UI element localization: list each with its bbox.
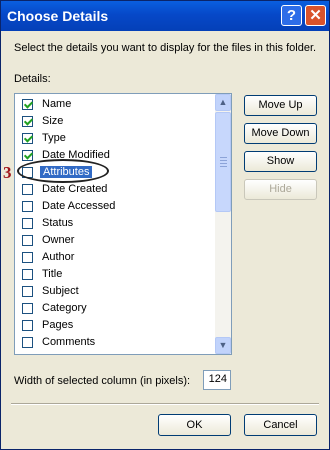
checkbox[interactable] [22,116,33,127]
list-item-label: Date Created [42,183,108,195]
checkbox[interactable] [22,252,33,263]
choose-details-dialog: Choose Details ? ✕ Select the details yo… [0,0,330,450]
list-item-label: Author [42,251,75,263]
column-width-label: Width of selected column (in pixels): [14,375,191,387]
list-item[interactable]: Type [22,130,202,147]
column-width-input[interactable]: 124 [203,370,231,390]
list-item-label: Date Accessed [42,200,116,212]
list-item[interactable]: Pages [22,317,202,334]
list-item-label: Type [42,132,66,144]
list-item[interactable]: Category [22,300,202,317]
chevron-down-icon: ▼ [218,340,228,350]
list-item-label: Name [42,98,72,110]
list-item[interactable]: Owner [22,232,202,249]
list-item-label: Title [42,268,63,280]
annotation-ellipse [17,159,109,183]
annotation-marker: 3 [3,163,12,182]
hide-button[interactable]: Hide [244,179,317,200]
details-list[interactable]: Name Size Type Date Modified Attributes Date … [14,93,232,355]
checkbox[interactable] [22,286,33,297]
list-item[interactable]: Status [22,215,202,232]
checkbox[interactable] [22,218,33,229]
window-title: Choose Details [7,8,109,24]
checkbox[interactable] [22,184,33,195]
list-item[interactable]: Date Accessed [22,198,202,215]
scroll-thumb[interactable] [215,112,231,212]
chevron-up-icon: ▲ [218,97,228,107]
list-item-label: Status [42,217,74,229]
list-item[interactable]: Date Created [22,181,202,198]
list-item-label: Owner [42,234,75,246]
checkbox[interactable] [22,133,33,144]
list-item-label: Subject [42,285,79,297]
cancel-button[interactable]: Cancel [244,414,317,436]
list-item[interactable]: Author [22,249,202,266]
list-item[interactable]: Size [22,113,202,130]
list-item[interactable]: Comments [22,334,202,351]
scroll-up-button[interactable]: ▲ [215,94,231,111]
vertical-scrollbar[interactable]: ▲ ▼ [215,94,231,354]
help-button[interactable]: ? [281,5,302,26]
details-label: Details: [14,73,51,85]
list-item-label: Size [42,115,64,127]
instruction-text: Select the details you want to display f… [14,42,317,54]
checkbox[interactable] [22,337,33,348]
checkbox[interactable] [22,269,33,280]
move-up-button[interactable]: Move Up [244,95,317,116]
list-item-label: Pages [42,319,74,331]
ok-button[interactable]: OK [158,414,231,436]
scroll-down-button[interactable]: ▼ [215,337,231,354]
move-down-button[interactable]: Move Down [244,123,317,144]
list-item[interactable]: Subject [22,283,202,300]
title-bar: Choose Details ? ✕ [1,1,329,31]
checkbox[interactable] [22,150,33,161]
list-item[interactable]: Title [22,266,202,283]
list-item-label: Category [42,302,87,314]
checkbox[interactable] [22,303,33,314]
checkbox[interactable] [22,201,33,212]
checkbox[interactable] [22,320,33,331]
separator [11,403,319,405]
show-button[interactable]: Show [244,151,317,172]
list-item[interactable]: Name [22,96,202,113]
checkbox[interactable] [22,99,33,110]
close-button[interactable]: ✕ [305,5,326,26]
checkbox[interactable] [22,235,33,246]
list-item-label: Comments [42,336,96,348]
